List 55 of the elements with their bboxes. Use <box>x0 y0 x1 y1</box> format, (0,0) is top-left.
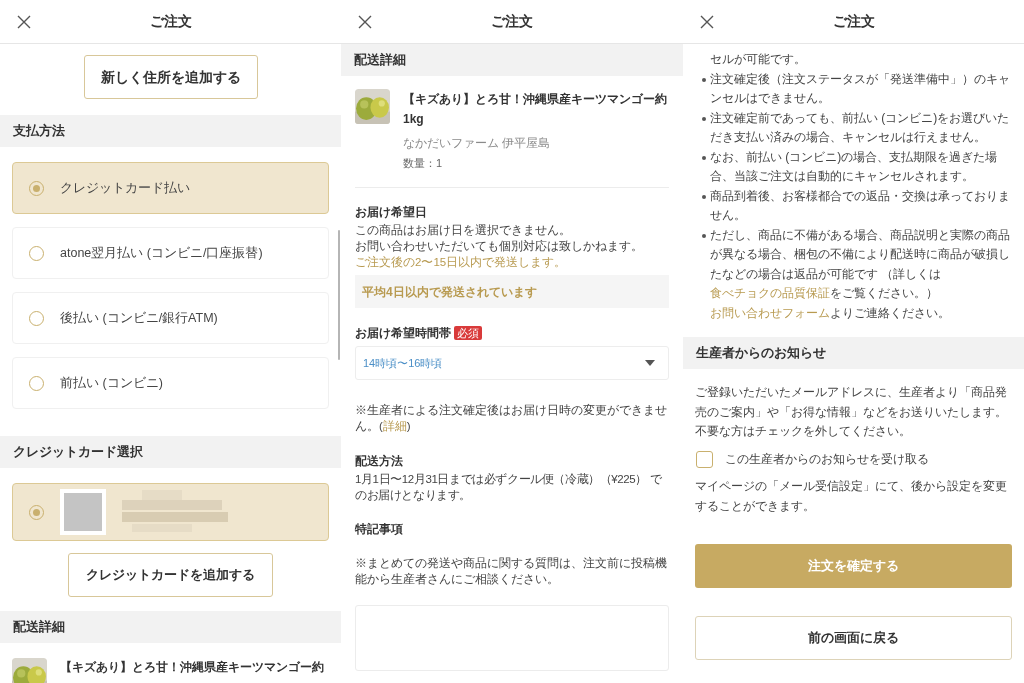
payment-option[interactable]: 前払い (コンビニ) <box>12 357 329 409</box>
bullet-icon <box>701 155 706 160</box>
policy-text: 注文確定前であっても、前払い (コンビニ)をお選びいただき支払い済みの場合、キャンセルは行えません。 <box>710 109 1010 146</box>
payment-option[interactable]: クレジットカード払い <box>12 162 329 214</box>
settings-note: マイページの「メール受信設定」にて、後から設定を変更することができます。 <box>695 478 1008 515</box>
close-icon[interactable] <box>700 15 714 29</box>
info-text: この商品はお届け日を選択できません。 <box>355 223 572 238</box>
required-badge: 必須 <box>454 326 482 340</box>
checkbox-label: この生産者からのお知らせを受け取る <box>725 450 929 468</box>
page-title: ご注文 <box>491 12 533 31</box>
bullet-icon <box>701 194 706 199</box>
policy-text: なお、前払い (コンビニ)の場合、支払期限を過ぎた場合、当該ご注文は自動的にキャンセルされます。 <box>710 148 999 185</box>
section-heading: 支払方法 <box>13 122 65 140</box>
info-text: ご注文後の2〜15日以内で発送します。 <box>355 255 568 270</box>
notice-text: ※生産者による注文確定後はお届け日時の変更ができません。(詳細) <box>355 403 668 434</box>
info-text: お問い合わせいただいても個別対応は致しかねます。 <box>355 239 644 254</box>
producer-name: なかだいファーム 伊平屋島 <box>403 135 552 151</box>
policy-text: 商品到着後、お客様都合での返品・交換は承っておりません。 <box>710 187 1010 224</box>
page-title: ご注文 <box>149 12 192 31</box>
card-option[interactable] <box>12 483 329 541</box>
field-label: お届け希望時間帯 <box>355 325 451 341</box>
bullet-icon <box>701 77 706 82</box>
card-image <box>60 489 106 535</box>
average-shipping-notice: 平均4日以内で発送されています <box>355 275 669 308</box>
time-slot-select[interactable]: 14時頃〜16時頃 <box>355 346 669 380</box>
section-heading: 配送詳細 <box>13 618 65 636</box>
close-icon[interactable] <box>17 15 31 29</box>
field-label: お届け希望日 <box>355 204 428 220</box>
payment-option[interactable]: atone翌月払い (コンビニ/口座振替) <box>12 227 329 279</box>
section-heading: クレジットカード選択 <box>13 443 143 461</box>
field-label: 特記事項 <box>355 522 404 537</box>
policy-text: 注文確定後（注文ステータスが「発送準備中」）のキャンセルはできません。 <box>710 70 1010 107</box>
page-title: ご注文 <box>832 12 875 31</box>
field-label: 配送方法 <box>355 453 404 469</box>
checkbox[interactable] <box>696 450 713 468</box>
bullet-icon <box>701 116 706 121</box>
add-card-button[interactable]: クレジットカードを追加する <box>68 553 273 597</box>
notice-text: ※まとめての発送や商品に関する質問は、注文前に投稿機能から生産者さんにご相談ください。 <box>355 556 668 587</box>
bullet-icon <box>701 233 706 238</box>
description-text: ご登録いただいたメールアドレスに、生産者より「商品発売のご案内」や「お得な情報」などをお送りいたします。 <box>695 384 1008 421</box>
info-text: 1月1日〜12月31日までは必ずクール便（冷蔵）（¥225） でのお届けとなります。 <box>355 472 663 503</box>
policy-text: セルが可能です。 <box>710 51 806 68</box>
back-button[interactable]: 前の画面に戻る <box>695 616 1012 660</box>
product-title: 【キズあり】とろ甘！沖縄県産キーツマンゴー約 <box>60 659 324 676</box>
section-heading: 配送詳細 <box>354 51 406 69</box>
section-heading: 生産者からのお知らせ <box>696 344 826 362</box>
dropdown-caret-icon <box>645 360 655 366</box>
description-text: 不要な方はチェックを外してください。 <box>695 423 912 440</box>
policy-text: ただし、商品に不備がある場合、商品説明と実際の商品が異なる場合、梱包の不備により配送時に商品が破損したなどの場合は返品が可能です （詳しくは 食べチョクの品質保証をご覧ください。） <box>710 226 1010 302</box>
add-address-button[interactable]: 新しく住所を追加する <box>83 55 258 99</box>
payment-option[interactable]: 後払い (コンビニ/銀行ATM) <box>12 292 329 344</box>
product-title: 【キズあり】とろ甘！沖縄県産キーツマンゴー約1kg <box>403 91 668 128</box>
policy-text: お問い合わせフォームよりご連絡ください。 <box>710 304 950 322</box>
close-icon[interactable] <box>358 15 372 29</box>
quantity-text: 数量：1 <box>403 156 444 171</box>
